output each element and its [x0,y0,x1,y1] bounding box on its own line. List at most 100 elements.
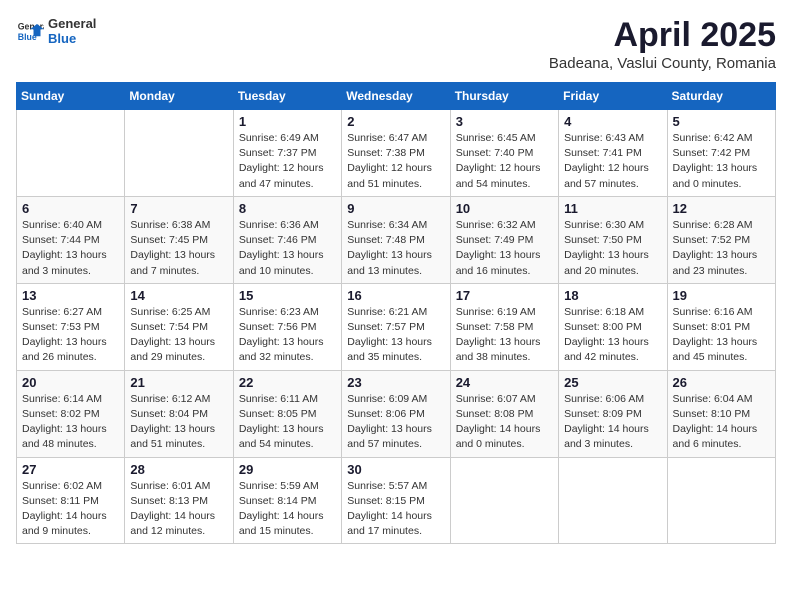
day-number: 2 [347,114,444,129]
calendar-cell: 14 Sunrise: 6:25 AM Sunset: 7:54 PM Dayli… [125,283,233,370]
day-detail: Sunrise: 6:11 AM Sunset: 8:05 PM Dayligh… [239,392,336,453]
day-detail: Sunrise: 6:02 AM Sunset: 8:11 PM Dayligh… [22,479,119,540]
week-row-4: 20 Sunrise: 6:14 AM Sunset: 8:02 PM Dayli… [17,370,776,457]
day-detail: Sunrise: 6:32 AM Sunset: 7:49 PM Dayligh… [456,218,553,279]
day-detail: Sunrise: 6:04 AM Sunset: 8:10 PM Dayligh… [673,392,770,453]
day-number: 7 [130,201,227,216]
day-number: 10 [456,201,553,216]
day-detail: Sunrise: 6:01 AM Sunset: 8:13 PM Dayligh… [130,479,227,540]
calendar-cell [17,110,125,197]
day-detail: Sunrise: 6:42 AM Sunset: 7:42 PM Dayligh… [673,131,770,192]
week-row-1: 1 Sunrise: 6:49 AM Sunset: 7:37 PM Daylig… [17,110,776,197]
logo-text: General Blue [48,16,96,46]
day-detail: Sunrise: 6:34 AM Sunset: 7:48 PM Dayligh… [347,218,444,279]
week-row-5: 27 Sunrise: 6:02 AM Sunset: 8:11 PM Dayli… [17,457,776,544]
day-detail: Sunrise: 6:40 AM Sunset: 7:44 PM Dayligh… [22,218,119,279]
day-detail: Sunrise: 6:47 AM Sunset: 7:38 PM Dayligh… [347,131,444,192]
calendar-cell: 6 Sunrise: 6:40 AM Sunset: 7:44 PM Daylig… [17,196,125,283]
calendar-cell: 23 Sunrise: 6:09 AM Sunset: 8:06 PM Dayli… [342,370,450,457]
calendar-cell: 19 Sunrise: 6:16 AM Sunset: 8:01 PM Dayli… [667,283,775,370]
day-detail: Sunrise: 6:28 AM Sunset: 7:52 PM Dayligh… [673,218,770,279]
day-detail: Sunrise: 6:25 AM Sunset: 7:54 PM Dayligh… [130,305,227,366]
day-detail: Sunrise: 6:18 AM Sunset: 8:00 PM Dayligh… [564,305,661,366]
day-detail: Sunrise: 6:09 AM Sunset: 8:06 PM Dayligh… [347,392,444,453]
day-header-friday: Friday [559,83,667,110]
logo-blue-text: Blue [48,31,96,46]
day-number: 26 [673,375,770,390]
day-number: 6 [22,201,119,216]
logo-general-text: General [48,16,96,31]
days-header-row: SundayMondayTuesdayWednesdayThursdayFrid… [17,83,776,110]
day-header-tuesday: Tuesday [233,83,341,110]
header: General Blue General Blue April 2025 Bad… [16,16,776,72]
calendar-cell: 18 Sunrise: 6:18 AM Sunset: 8:00 PM Dayli… [559,283,667,370]
week-row-2: 6 Sunrise: 6:40 AM Sunset: 7:44 PM Daylig… [17,196,776,283]
logo: General Blue General Blue [16,16,96,46]
day-detail: Sunrise: 6:36 AM Sunset: 7:46 PM Dayligh… [239,218,336,279]
calendar-cell: 21 Sunrise: 6:12 AM Sunset: 8:04 PM Dayli… [125,370,233,457]
day-number: 27 [22,462,119,477]
calendar-cell: 28 Sunrise: 6:01 AM Sunset: 8:13 PM Dayli… [125,457,233,544]
logo-icon: General Blue [16,17,44,45]
calendar-cell: 11 Sunrise: 6:30 AM Sunset: 7:50 PM Dayli… [559,196,667,283]
day-detail: Sunrise: 6:16 AM Sunset: 8:01 PM Dayligh… [673,305,770,366]
day-number: 29 [239,462,336,477]
calendar-cell: 24Sunrise: 6:07 AM Sunset: 8:08 PM Dayli… [450,370,558,457]
calendar-cell: 20 Sunrise: 6:14 AM Sunset: 8:02 PM Dayli… [17,370,125,457]
calendar-cell: 7Sunrise: 6:38 AM Sunset: 7:45 PM Daylig… [125,196,233,283]
calendar-cell: 10 Sunrise: 6:32 AM Sunset: 7:49 PM Dayli… [450,196,558,283]
day-number: 14 [130,288,227,303]
day-number: 19 [673,288,770,303]
calendar-cell: 12Sunrise: 6:28 AM Sunset: 7:52 PM Dayli… [667,196,775,283]
day-number: 23 [347,375,444,390]
day-number: 4 [564,114,661,129]
calendar-cell: 17Sunrise: 6:19 AM Sunset: 7:58 PM Dayli… [450,283,558,370]
calendar-cell: 27 Sunrise: 6:02 AM Sunset: 8:11 PM Dayli… [17,457,125,544]
day-detail: Sunrise: 6:12 AM Sunset: 8:04 PM Dayligh… [130,392,227,453]
calendar-subtitle: Badeana, Vaslui County, Romania [549,55,776,72]
day-number: 20 [22,375,119,390]
day-detail: Sunrise: 6:21 AM Sunset: 7:57 PM Dayligh… [347,305,444,366]
calendar-cell: 3 Sunrise: 6:45 AM Sunset: 7:40 PM Daylig… [450,110,558,197]
calendar-cell [559,457,667,544]
calendar-cell: 26 Sunrise: 6:04 AM Sunset: 8:10 PM Dayli… [667,370,775,457]
day-number: 24 [456,375,553,390]
day-header-monday: Monday [125,83,233,110]
day-detail: Sunrise: 6:30 AM Sunset: 7:50 PM Dayligh… [564,218,661,279]
day-number: 11 [564,201,661,216]
day-detail: Sunrise: 6:06 AM Sunset: 8:09 PM Dayligh… [564,392,661,453]
day-detail: Sunrise: 6:49 AM Sunset: 7:37 PM Dayligh… [239,131,336,192]
day-number: 28 [130,462,227,477]
calendar-cell: 2 Sunrise: 6:47 AM Sunset: 7:38 PM Daylig… [342,110,450,197]
day-number: 8 [239,201,336,216]
week-row-3: 13Sunrise: 6:27 AM Sunset: 7:53 PM Dayli… [17,283,776,370]
calendar-cell: 15 Sunrise: 6:23 AM Sunset: 7:56 PM Dayli… [233,283,341,370]
day-header-saturday: Saturday [667,83,775,110]
day-number: 22 [239,375,336,390]
day-number: 9 [347,201,444,216]
calendar-cell [125,110,233,197]
calendar-cell: 1 Sunrise: 6:49 AM Sunset: 7:37 PM Daylig… [233,110,341,197]
calendar-cell: 9 Sunrise: 6:34 AM Sunset: 7:48 PM Daylig… [342,196,450,283]
day-number: 1 [239,114,336,129]
day-number: 15 [239,288,336,303]
calendar-cell: 4 Sunrise: 6:43 AM Sunset: 7:41 PM Daylig… [559,110,667,197]
day-detail: Sunrise: 6:23 AM Sunset: 7:56 PM Dayligh… [239,305,336,366]
day-header-sunday: Sunday [17,83,125,110]
calendar-table: SundayMondayTuesdayWednesdayThursdayFrid… [16,82,776,544]
calendar-cell: 29 Sunrise: 5:59 AM Sunset: 8:14 PM Dayli… [233,457,341,544]
day-header-wednesday: Wednesday [342,83,450,110]
day-detail: Sunrise: 6:43 AM Sunset: 7:41 PM Dayligh… [564,131,661,192]
calendar-cell: 13Sunrise: 6:27 AM Sunset: 7:53 PM Dayli… [17,283,125,370]
day-number: 3 [456,114,553,129]
day-detail: Sunrise: 5:59 AM Sunset: 8:14 PM Dayligh… [239,479,336,540]
day-number: 21 [130,375,227,390]
day-number: 18 [564,288,661,303]
day-detail: Sunrise: 6:45 AM Sunset: 7:40 PM Dayligh… [456,131,553,192]
calendar-cell: 25 Sunrise: 6:06 AM Sunset: 8:09 PM Dayli… [559,370,667,457]
day-number: 13 [22,288,119,303]
calendar-cell: 30Sunrise: 5:57 AM Sunset: 8:15 PM Dayli… [342,457,450,544]
day-number: 5 [673,114,770,129]
day-detail: Sunrise: 6:14 AM Sunset: 8:02 PM Dayligh… [22,392,119,453]
day-number: 25 [564,375,661,390]
